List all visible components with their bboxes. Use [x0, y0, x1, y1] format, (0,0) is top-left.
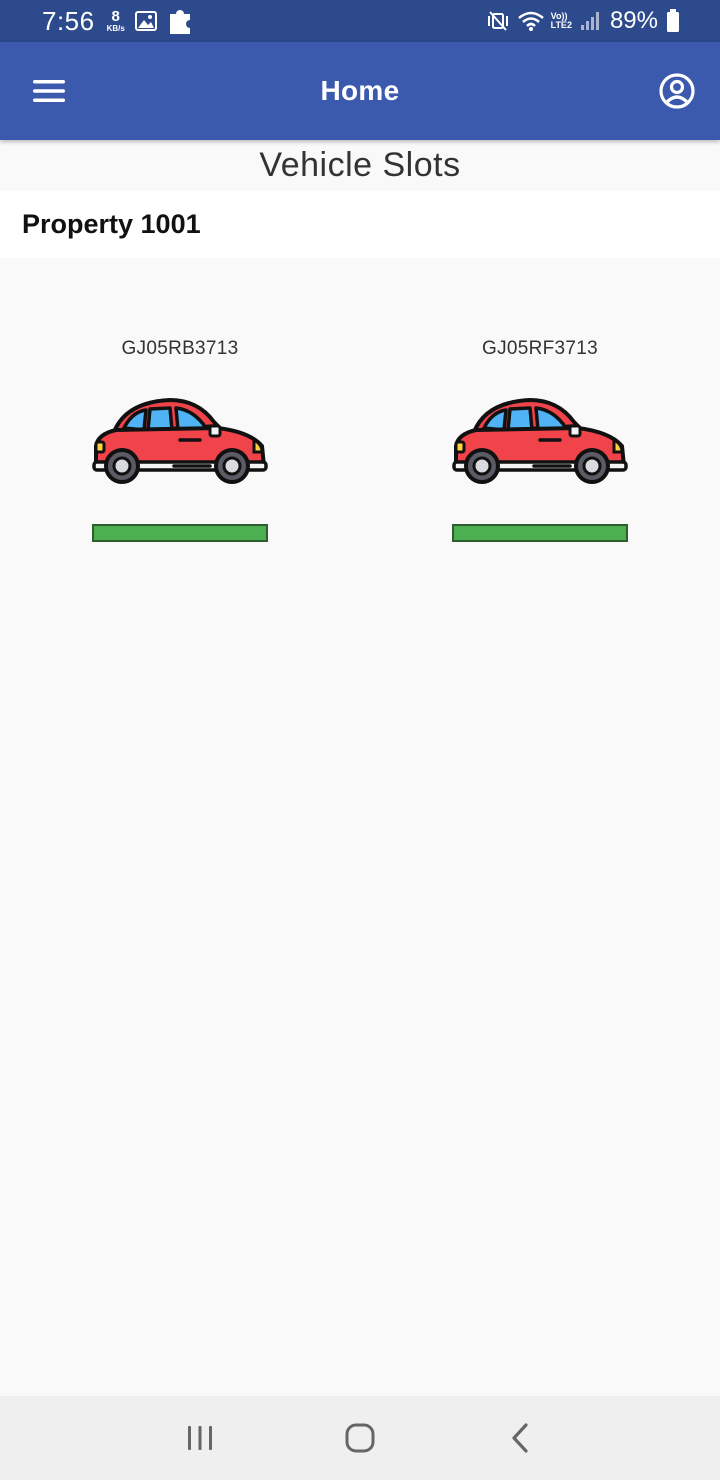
- property-name[interactable]: Property 1001: [0, 191, 720, 258]
- lte-label: LTE2: [550, 20, 572, 30]
- page-heading: Vehicle Slots: [259, 146, 461, 184]
- signal-icon: [580, 11, 600, 31]
- vehicle-plate: GJ05RF3713: [481, 338, 598, 359]
- app-bar: Home: [0, 42, 720, 140]
- car-icon: [92, 398, 268, 484]
- battery-percent: 89%: [609, 7, 658, 34]
- home-button[interactable]: [330, 1408, 390, 1468]
- account-circle-icon: [659, 73, 695, 109]
- system-nav-bar: [0, 1396, 720, 1480]
- vehicle-plate: GJ05RB3713: [121, 338, 239, 359]
- wifi-icon: [517, 10, 545, 32]
- car-icon: [452, 398, 628, 484]
- vehicle-slot[interactable]: GJ05RB3713: [0, 330, 360, 542]
- back-icon: [512, 1423, 528, 1453]
- status-time: 7:56: [42, 5, 95, 36]
- gallery-icon: [134, 11, 157, 31]
- home-icon: [345, 1423, 375, 1453]
- slot-status-bar: [452, 524, 628, 542]
- battery-icon: [666, 9, 680, 33]
- puzzle-icon: [167, 6, 193, 36]
- recents-button[interactable]: [170, 1408, 230, 1468]
- vehicle-slot[interactable]: GJ05RF3713: [360, 330, 720, 542]
- network-speed: 8 KB/s: [107, 9, 125, 33]
- menu-button[interactable]: [30, 73, 68, 109]
- slot-status-bar: [92, 524, 268, 542]
- account-button[interactable]: [658, 72, 696, 110]
- phone-screen: 7:56 8 KB/s Vo)) LTE2 89% Home Vehicle S…: [0, 0, 720, 1480]
- hamburger-menu-icon: [33, 80, 65, 102]
- status-bar: 7:56 8 KB/s Vo)) LTE2 89%: [0, 0, 720, 42]
- back-button[interactable]: [490, 1408, 550, 1468]
- vehicle-slots-grid: GJ05RB3713 GJ05RF3713: [0, 330, 720, 542]
- recents-icon: [188, 1426, 212, 1450]
- network-type-label: Vo)) LTE2: [551, 12, 572, 30]
- mute-vibrate-icon: [487, 10, 509, 32]
- status-left: 7:56 8 KB/s: [42, 6, 193, 37]
- app-title: Home: [320, 75, 400, 106]
- status-right: Vo)) LTE2 89%: [479, 7, 680, 35]
- network-speed-unit: KB/s: [106, 24, 125, 33]
- network-speed-value: 8: [111, 8, 120, 25]
